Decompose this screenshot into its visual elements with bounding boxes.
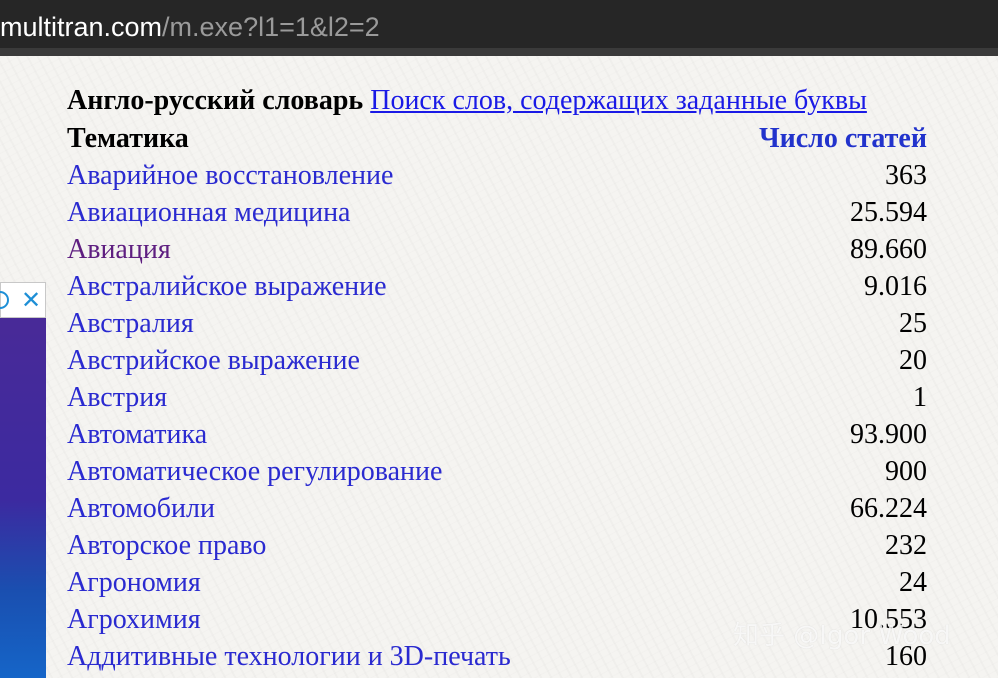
article-count: 363 <box>885 160 927 191</box>
dictionary-title: Англо-русский словарь <box>67 85 364 116</box>
table-row: Австрия 1 <box>67 379 927 416</box>
article-count: 232 <box>885 530 927 561</box>
table-header-row: Тематика Число статей <box>67 120 927 157</box>
article-count: 25 <box>899 308 927 339</box>
article-count: 900 <box>885 456 927 487</box>
watermark: 知乎 @Igor Wood <box>733 621 951 651</box>
topic-link[interactable]: Аддитивные технологии и 3D-печать <box>67 641 511 672</box>
page-content: Англо-русский словарь Поиск слов, содерж… <box>0 56 998 678</box>
url-text[interactable]: multitran.com/m.exe?l1=1&l2=2 <box>0 10 380 44</box>
ad-control-bar: ✕ <box>0 282 46 318</box>
topic-link[interactable]: Автоматика <box>67 419 207 450</box>
article-count: 66.224 <box>850 493 927 524</box>
article-count: 20 <box>899 345 927 376</box>
topic-link-visited[interactable]: Авиация <box>67 234 171 265</box>
topic-link[interactable]: Агрономия <box>67 567 201 598</box>
search-words-link[interactable]: Поиск слов, содержащих заданные буквы <box>370 85 867 116</box>
topic-link[interactable]: Австралийское выражение <box>67 271 387 302</box>
topic-link[interactable]: Австрийское выражение <box>67 345 360 376</box>
article-count: 1 <box>913 382 927 413</box>
close-icon[interactable]: ✕ <box>18 287 44 313</box>
topic-link[interactable]: Австралия <box>67 308 194 339</box>
topics-table: Тематика Число статей Аварийное восстано… <box>67 120 927 675</box>
article-count: 89.660 <box>850 234 927 265</box>
table-row: Авторское право 232 <box>67 527 927 564</box>
topic-link[interactable]: Авиационная медицина <box>67 197 351 228</box>
ad-info-icon[interactable] <box>0 291 9 309</box>
table-row: Автоматика 93.900 <box>67 416 927 453</box>
table-row: Агрономия 24 <box>67 564 927 601</box>
browser-address-bar[interactable]: multitran.com/m.exe?l1=1&l2=2 <box>0 0 998 56</box>
table-row: Австралийское выражение 9.016 <box>67 268 927 305</box>
table-row: Австралия 25 <box>67 305 927 342</box>
column-header-count[interactable]: Число статей <box>567 120 927 157</box>
column-header-topic: Тематика <box>67 123 189 154</box>
url-host: multitran.com <box>0 12 163 42</box>
url-path: /m.exe?l1=1&l2=2 <box>162 12 380 42</box>
topic-link[interactable]: Автомобили <box>67 493 215 524</box>
table-row: Автомобили 66.224 <box>67 490 927 527</box>
table-row: Авиация 89.660 <box>67 231 927 268</box>
article-count: 9.016 <box>864 271 927 302</box>
dictionary-header: Англо-русский словарь Поиск слов, содерж… <box>67 84 867 118</box>
table-row: Авиационная медицина 25.594 <box>67 194 927 231</box>
table-row: Аварийное восстановление 363 <box>67 157 927 194</box>
topic-link[interactable]: Авторское право <box>67 530 266 561</box>
table-row: Автоматическое регулирование 900 <box>67 453 927 490</box>
side-ad-banner[interactable]: ✕ <box>0 282 46 678</box>
article-count: 93.900 <box>850 419 927 450</box>
topic-link[interactable]: Агрохимия <box>67 604 201 635</box>
article-count: 24 <box>899 567 927 598</box>
topic-link[interactable]: Австрия <box>67 382 167 413</box>
article-count: 25.594 <box>850 197 927 228</box>
table-row: Австрийское выражение 20 <box>67 342 927 379</box>
topic-link[interactable]: Аварийное восстановление <box>67 160 393 191</box>
topic-link[interactable]: Автоматическое регулирование <box>67 456 442 487</box>
